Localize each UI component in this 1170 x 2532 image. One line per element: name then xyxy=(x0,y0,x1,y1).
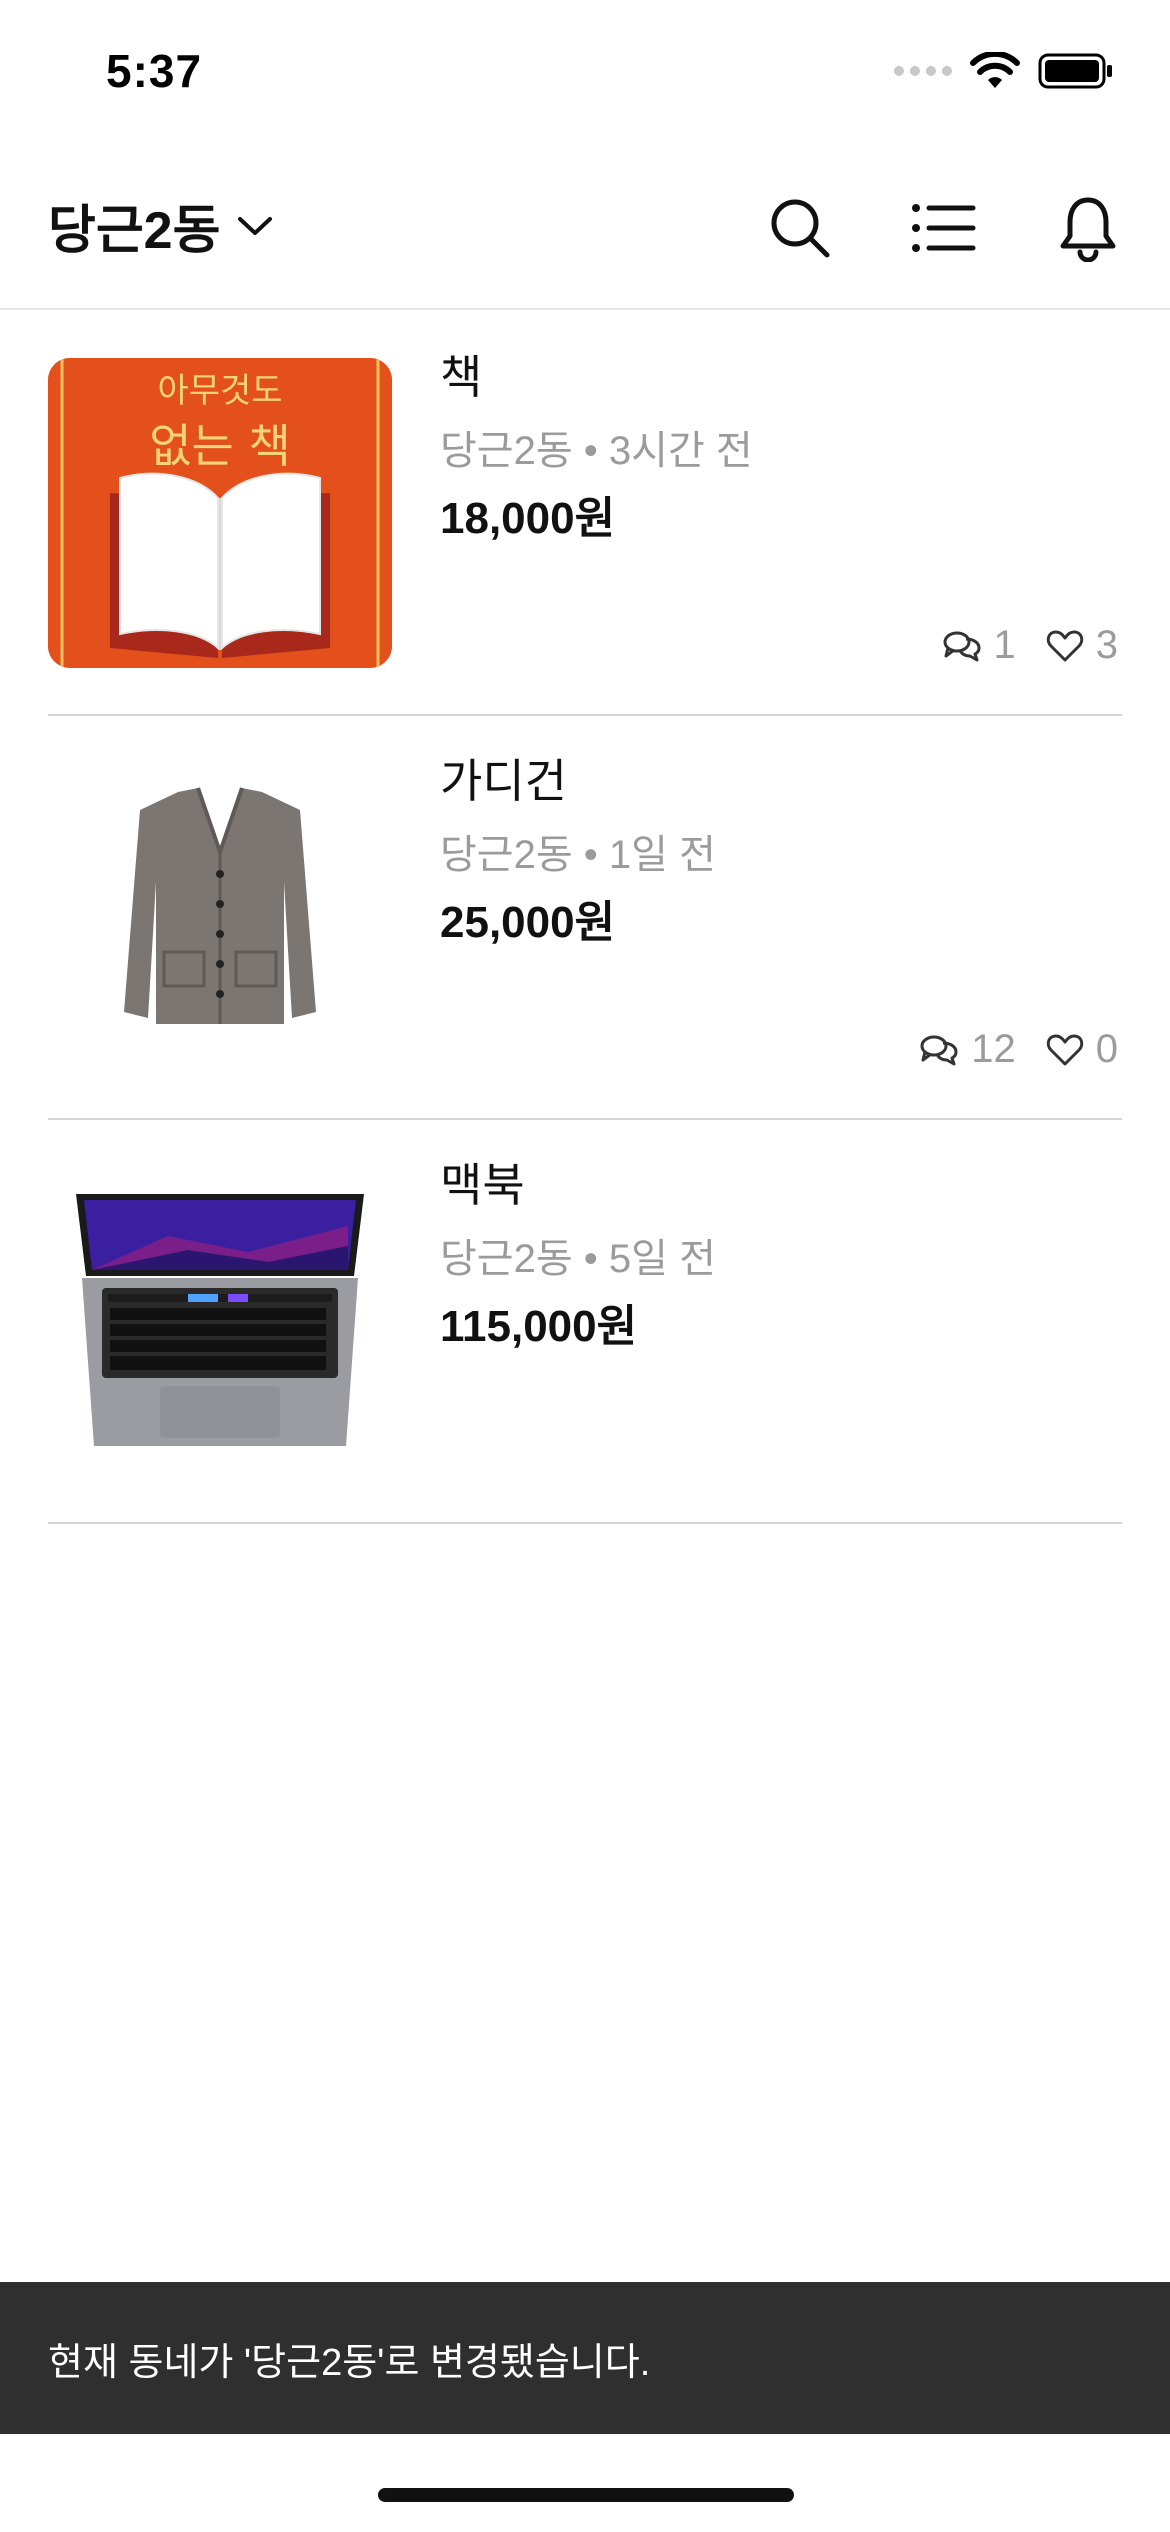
status-icons xyxy=(894,52,1114,90)
product-image-book: 아무것도 없는 책 xyxy=(48,358,392,668)
toast-message: 현재 동네가 '당근2동'로 변경됐습니다. xyxy=(48,2341,651,2384)
home-indicator[interactable] xyxy=(378,2488,794,2502)
product-location: 당근2동 xyxy=(440,1236,573,1281)
product-meta: 당근2동 • 3시간 전 xyxy=(440,429,1122,473)
location-selector[interactable]: 당근2동 xyxy=(48,188,274,263)
list-item[interactable]: 맥북 당근2동 • 5일 전 115,000원 xyxy=(48,1120,1122,1524)
cardigan-illustration xyxy=(124,787,316,1024)
product-image-cardigan xyxy=(48,762,392,1072)
search-icon xyxy=(771,199,830,258)
category-menu-button[interactable] xyxy=(902,186,986,270)
product-stats: 12 0 xyxy=(919,1027,1118,1072)
meta-separator: • xyxy=(583,428,598,473)
heart-icon xyxy=(1046,1034,1083,1065)
meta-separator: • xyxy=(583,1236,598,1281)
product-meta: 당근2동 • 5일 전 xyxy=(440,1237,1122,1281)
book-cover-illustration: 아무것도 없는 책 xyxy=(48,358,392,668)
book-cover-text-1: 아무것도 xyxy=(157,371,282,411)
bell-icon xyxy=(1060,197,1116,262)
product-info: 책 당근2동 • 3시간 전 18,000원 xyxy=(440,352,1122,543)
product-title: 책 xyxy=(440,351,483,403)
chevron-down-icon xyxy=(238,216,273,235)
product-list: 아무것도 없는 책 책 당근2동 • 3시간 전 18,000원 1 3 가디건… xyxy=(0,312,1170,1524)
product-title: 맥북 xyxy=(440,1159,525,1211)
product-time: 5일 전 xyxy=(608,1236,716,1281)
list-item[interactable]: 아무것도 없는 책 책 당근2동 • 3시간 전 18,000원 1 3 xyxy=(48,312,1122,716)
comment-count-value: 1 xyxy=(993,623,1016,667)
list-item[interactable]: 가디건 당근2동 • 1일 전 25,000원 12 0 xyxy=(48,716,1122,1120)
location-label: 당근2동 xyxy=(48,202,221,260)
top-navigation-bar: 당근2동 xyxy=(0,150,1170,310)
heart-icon xyxy=(1046,630,1083,661)
product-price: 18,000원 xyxy=(440,493,616,543)
product-title: 가디건 xyxy=(440,755,567,807)
notifications-button[interactable] xyxy=(1046,186,1130,270)
product-info: 가디건 당근2동 • 1일 전 25,000원 xyxy=(440,756,1122,947)
wifi-icon xyxy=(970,52,1020,88)
search-button[interactable] xyxy=(758,186,842,270)
like-count-value: 0 xyxy=(1095,1027,1118,1071)
comment-count: 12 xyxy=(919,1027,1016,1072)
list-icon xyxy=(912,204,976,252)
product-location: 당근2동 xyxy=(440,428,573,473)
header-actions xyxy=(758,186,1130,270)
product-image-macbook xyxy=(48,1166,392,1476)
product-price: 115,000원 xyxy=(440,1301,638,1351)
like-count: 0 xyxy=(1046,1027,1118,1072)
chat-bubbles-icon xyxy=(943,631,980,661)
meta-separator: • xyxy=(583,832,598,877)
book-cover-text-2: 없는 책 xyxy=(149,419,291,473)
product-price: 25,000원 xyxy=(440,897,616,947)
product-stats: 1 3 xyxy=(942,623,1118,668)
status-time: 5:37 xyxy=(106,45,203,97)
cellular-signal-icon xyxy=(894,66,952,76)
status-bar: 5:37 xyxy=(0,0,1170,150)
battery-icon xyxy=(1038,53,1112,89)
like-count: 3 xyxy=(1046,623,1118,668)
product-time: 1일 전 xyxy=(608,832,716,877)
product-info: 맥북 당근2동 • 5일 전 115,000원 xyxy=(440,1160,1122,1351)
product-time: 3시간 전 xyxy=(608,428,753,473)
chat-bubbles-icon xyxy=(920,1035,958,1065)
comment-count-value: 12 xyxy=(971,1027,1016,1071)
toast-notification: 현재 동네가 '당근2동'로 변경됐습니다. xyxy=(0,2282,1170,2434)
like-count-value: 3 xyxy=(1095,623,1118,667)
comment-count: 1 xyxy=(942,623,1016,668)
product-location: 당근2동 xyxy=(440,832,573,877)
macbook-illustration xyxy=(76,1194,364,1446)
product-meta: 당근2동 • 1일 전 xyxy=(440,833,1122,877)
